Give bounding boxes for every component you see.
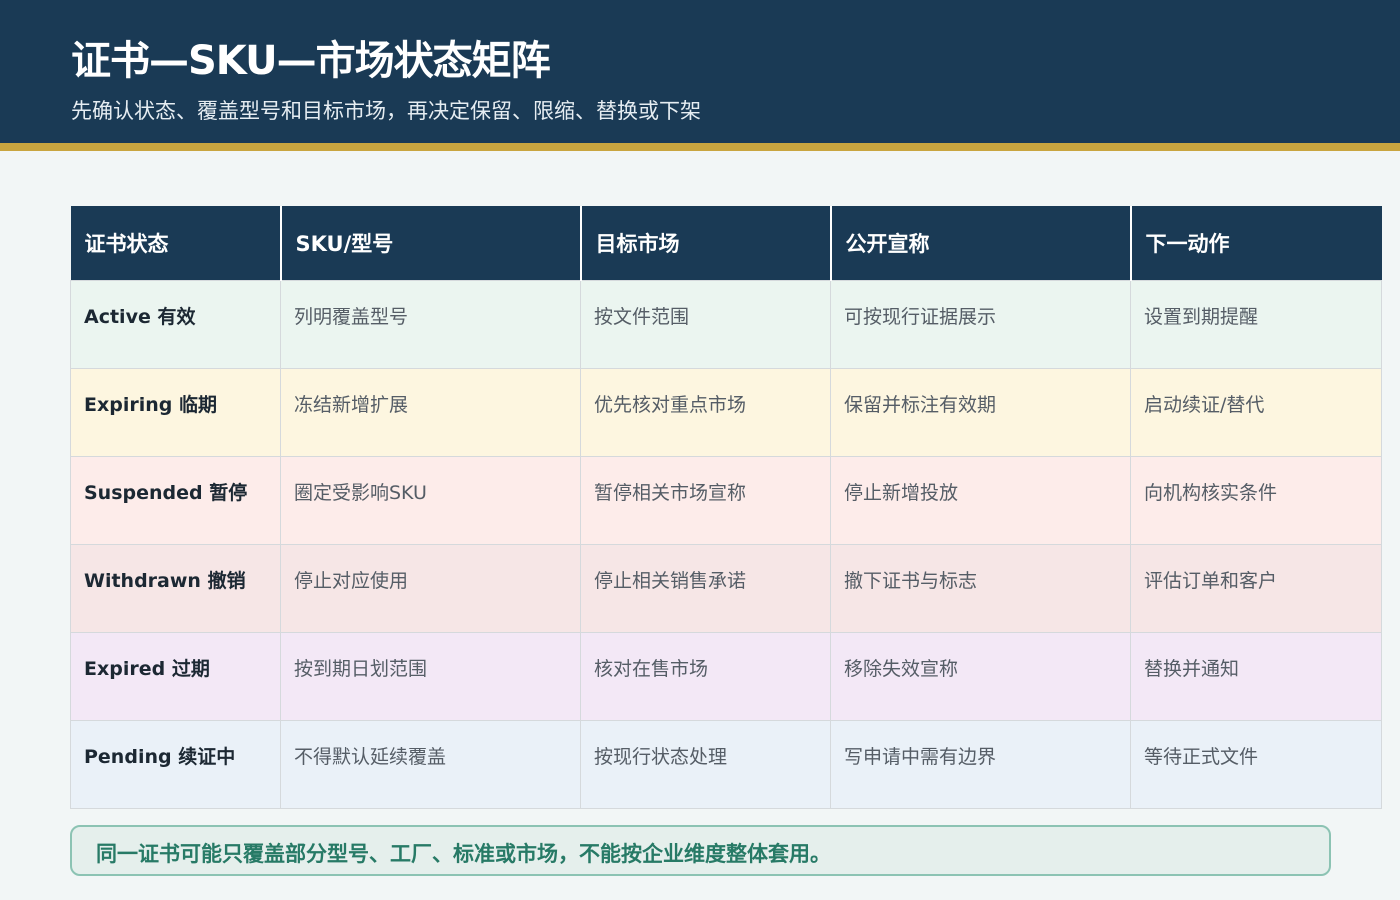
column-header-claim: 公开宣称 [829, 206, 1131, 280]
action-cell: 启动续证/替代 [1130, 367, 1382, 457]
claim-cell: 可按现行证据展示 [830, 279, 1131, 369]
market-cell: 停止相关销售承诺 [580, 543, 831, 633]
sku-cell: 列明覆盖型号 [280, 279, 581, 369]
table-row: Pending 续证中 不得默认延续覆盖 按现行状态处理 写申请中需有边界 等待… [70, 719, 1382, 809]
column-header-market: 目标市场 [579, 206, 831, 280]
status-cell: Withdrawn 撤销 [70, 543, 281, 633]
market-cell: 按文件范围 [580, 279, 831, 369]
column-header-sku: SKU/型号 [279, 206, 581, 280]
page-title: 证书—SKU—市场状态矩阵 [71, 38, 551, 84]
status-cell: Expired 过期 [70, 631, 281, 721]
sku-cell: 不得默认延续覆盖 [280, 719, 581, 809]
market-cell: 核对在售市场 [580, 631, 831, 721]
page-subtitle: 先确认状态、覆盖型号和目标市场，再决定保留、限缩、替换或下架 [71, 99, 701, 123]
scope-note-callout: 同一证书可能只覆盖部分型号、工厂、标准或市场，不能按企业维度整体套用。 [70, 825, 1331, 876]
status-cell: Active 有效 [70, 279, 281, 369]
action-cell: 等待正式文件 [1130, 719, 1382, 809]
market-cell: 按现行状态处理 [580, 719, 831, 809]
market-cell: 暂停相关市场宣称 [580, 455, 831, 545]
action-cell: 设置到期提醒 [1130, 279, 1382, 369]
table-row: Suspended 暂停 圈定受影响SKU 暂停相关市场宣称 停止新增投放 向机… [70, 455, 1382, 545]
status-cell: Pending 续证中 [70, 719, 281, 809]
action-cell: 向机构核实条件 [1130, 455, 1382, 545]
column-header-action: 下一动作 [1129, 206, 1382, 280]
claim-cell: 保留并标注有效期 [830, 367, 1131, 457]
column-header-status: 证书状态 [70, 206, 281, 280]
market-cell: 优先核对重点市场 [580, 367, 831, 457]
table-row: Expiring 临期 冻结新增扩展 优先核对重点市场 保留并标注有效期 启动续… [70, 367, 1382, 457]
claim-cell: 停止新增投放 [830, 455, 1131, 545]
claim-cell: 写申请中需有边界 [830, 719, 1131, 809]
table-row: Active 有效 列明覆盖型号 按文件范围 可按现行证据展示 设置到期提醒 [70, 279, 1382, 369]
status-cell: Suspended 暂停 [70, 455, 281, 545]
claim-cell: 移除失效宣称 [830, 631, 1131, 721]
page-header: 证书—SKU—市场状态矩阵 先确认状态、覆盖型号和目标市场，再决定保留、限缩、替… [0, 0, 1400, 143]
action-cell: 替换并通知 [1130, 631, 1382, 721]
action-cell: 评估订单和客户 [1130, 543, 1382, 633]
table-row: Expired 过期 按到期日划范围 核对在售市场 移除失效宣称 替换并通知 [70, 631, 1382, 721]
sku-cell: 冻结新增扩展 [280, 367, 581, 457]
status-cell: Expiring 临期 [70, 367, 281, 457]
claim-cell: 撤下证书与标志 [830, 543, 1131, 633]
sku-cell: 圈定受影响SKU [280, 455, 581, 545]
header-accent-stripe [0, 143, 1400, 151]
table-header-row: 证书状态 SKU/型号 目标市场 公开宣称 下一动作 [70, 206, 1382, 280]
sku-cell: 停止对应使用 [280, 543, 581, 633]
sku-cell: 按到期日划范围 [280, 631, 581, 721]
status-matrix-table: 证书状态 SKU/型号 目标市场 公开宣称 下一动作 Active 有效 列明覆… [70, 206, 1382, 809]
table-row: Withdrawn 撤销 停止对应使用 停止相关销售承诺 撤下证书与标志 评估订… [70, 543, 1382, 633]
